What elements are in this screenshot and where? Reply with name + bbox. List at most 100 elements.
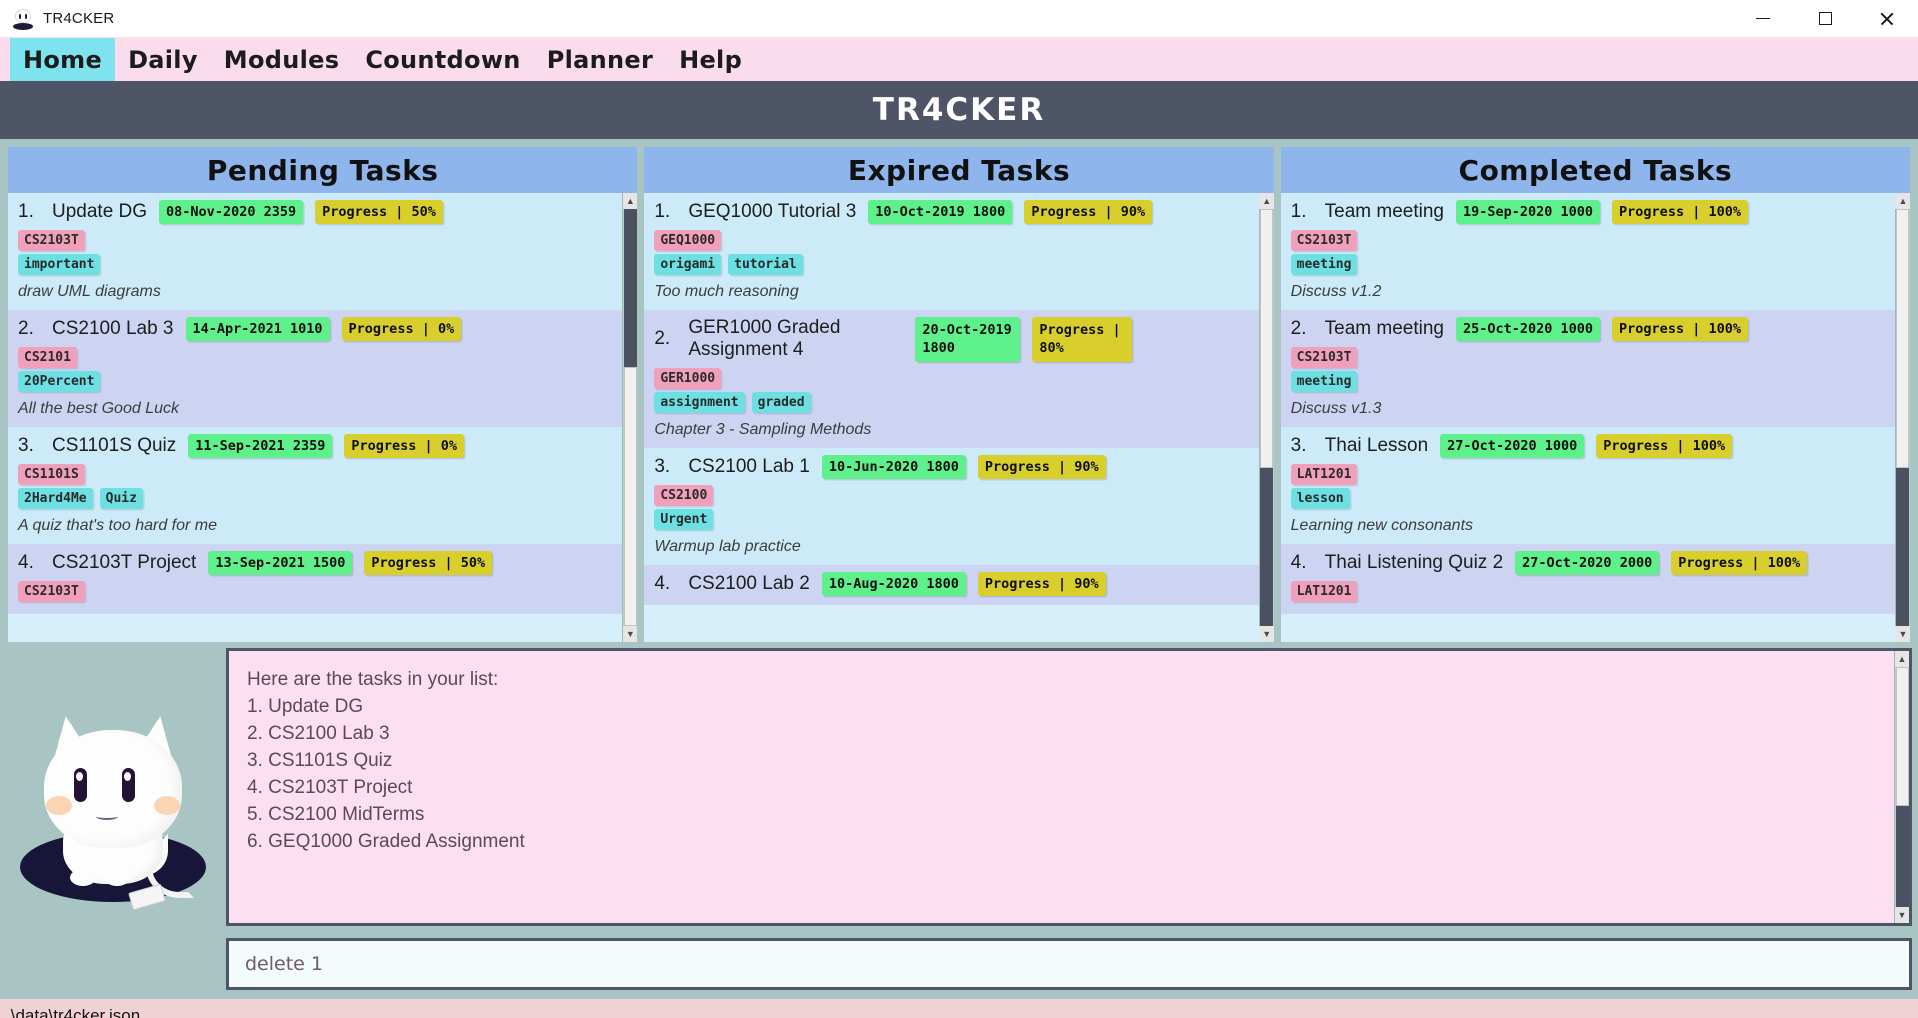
scroll-up-arrow-icon[interactable]: ▲ bbox=[1895, 193, 1910, 209]
module-tag-row: GEQ1000 bbox=[654, 230, 1248, 251]
task-name: Team meeting bbox=[1324, 317, 1444, 339]
scroll-up-arrow-icon[interactable]: ▲ bbox=[1259, 193, 1274, 209]
task-description: Discuss v1.3 bbox=[1290, 400, 1382, 417]
task-index: 4. bbox=[18, 552, 34, 573]
task-header-row: 3. CS1101S Quiz 11-Sep-2021 2359 Progress |… bbox=[18, 434, 612, 458]
label-tag: Quiz bbox=[99, 488, 143, 509]
close-button[interactable] bbox=[1856, 0, 1918, 38]
task-progress-badge: Progress | 0% bbox=[341, 317, 462, 341]
task-header-row: 1. Team meeting 19-Sep-2020 1000 Progress |… bbox=[1291, 200, 1885, 224]
mascot-column bbox=[0, 648, 226, 999]
task-name: Update DG bbox=[52, 200, 148, 222]
panel-title: Pending Tasks bbox=[206, 153, 439, 187]
panel-scroll-track[interactable] bbox=[1896, 209, 1910, 626]
result-line: 5. CS2100 MidTerms bbox=[247, 803, 425, 825]
task-index: 3. bbox=[18, 435, 34, 456]
scroll-down-arrow-icon[interactable]: ▼ bbox=[1895, 626, 1910, 642]
module-tag-row: LAT1201 bbox=[1290, 581, 1885, 602]
minimize-button[interactable] bbox=[1732, 0, 1794, 38]
menu-item-countdown[interactable]: Countdown bbox=[352, 38, 533, 81]
label-tag-row: Urgent bbox=[654, 508, 1248, 530]
panel-scroll-track[interactable] bbox=[1260, 209, 1274, 626]
result-scrollbar[interactable]: ▲ ▼ bbox=[1894, 651, 1909, 923]
panel-body: 1. GEQ1000 Tutorial 3 10-Oct-2019 1800 Prog… bbox=[644, 193, 1274, 642]
menu-item-help[interactable]: Help bbox=[666, 38, 755, 81]
label-tag-row: meeting bbox=[1290, 371, 1885, 392]
status-bar: .\data\tr4cker.json bbox=[0, 999, 1918, 1018]
command-input-value[interactable]: delete 1 bbox=[245, 953, 323, 975]
task-progress-badge: Progress | 0% bbox=[344, 434, 464, 458]
module-tag-row: CS2100 bbox=[654, 484, 1248, 506]
module-tag-row: GER1000 bbox=[654, 367, 1248, 389]
task-tag-area: CS2103T important bbox=[18, 230, 612, 275]
app-banner: TR4CKER bbox=[0, 81, 1918, 139]
panel-scroll-thumb[interactable] bbox=[1896, 209, 1910, 468]
task-card[interactable]: 2. CS2100 Lab 3 14-Apr-2021 1010 Progress |… bbox=[8, 310, 623, 427]
task-card[interactable]: 2. GER1000 Graded Assignment 4 20-Oct-2019… bbox=[644, 310, 1259, 448]
scroll-up-arrow-icon[interactable]: ▲ bbox=[622, 193, 638, 209]
label-tag: assignment bbox=[654, 391, 745, 413]
scroll-down-arrow-icon[interactable]: ▼ bbox=[1259, 626, 1274, 642]
menu-item-home[interactable]: Home bbox=[10, 38, 116, 81]
panel-body: 1. Update DG 08-Nov-2020 2359 Progress | 50… bbox=[8, 193, 638, 642]
scroll-down-arrow-icon[interactable]: ▼ bbox=[1894, 907, 1909, 923]
panel-scrollbar[interactable]: ▲ ▼ bbox=[1258, 193, 1274, 642]
task-name: GEQ1000 Tutorial 3 bbox=[688, 200, 857, 222]
app-brand-title: TR4CKER bbox=[872, 92, 1046, 128]
task-index: 4. bbox=[1290, 552, 1307, 573]
task-header-row: 1. Update DG 08-Nov-2020 2359 Progress | 50… bbox=[18, 200, 612, 224]
task-card[interactable]: 4. Thai Listening Quiz 2 27-Oct-2020 2000 P… bbox=[1280, 544, 1895, 614]
panel-scroll-track[interactable] bbox=[623, 209, 637, 626]
panel-scroll-thumb[interactable] bbox=[623, 367, 637, 626]
maximize-icon bbox=[1818, 12, 1832, 25]
scroll-down-arrow-icon[interactable]: ▼ bbox=[622, 626, 638, 642]
task-list[interactable]: 1. GEQ1000 Tutorial 3 10-Oct-2019 1800 Prog… bbox=[644, 193, 1259, 642]
task-description: All the best Good Luck bbox=[18, 400, 179, 417]
label-tag-row: important bbox=[18, 254, 612, 275]
command-input-box[interactable]: delete 1 bbox=[226, 938, 1912, 990]
label-tag: meeting bbox=[1290, 254, 1358, 275]
panel-completed-tasks: Completed Tasks 1. Team meeting 19-Sep-2020… bbox=[1280, 147, 1910, 642]
panel-scrollbar[interactable]: ▲ ▼ bbox=[1894, 193, 1910, 642]
panel-scroll-thumb[interactable] bbox=[1260, 209, 1274, 468]
task-tag-area: LAT1201 bbox=[1290, 581, 1885, 602]
panel-expired-tasks: Expired Tasks 1. GEQ1000 Tutorial 3 10-Oct-… bbox=[644, 147, 1274, 642]
module-tag-row: CS2103T bbox=[18, 581, 612, 602]
panel-scrollbar[interactable]: ▲ ▼ bbox=[622, 193, 638, 642]
task-tag-area: GER1000 assignment graded bbox=[654, 367, 1248, 413]
task-deadline-badge: 11-Sep-2021 2359 bbox=[188, 434, 333, 458]
maximize-button[interactable] bbox=[1794, 0, 1856, 38]
task-card[interactable]: 1. Update DG 08-Nov-2020 2359 Progress | 50… bbox=[8, 193, 623, 310]
task-progress-badge: Progress | 100% bbox=[1671, 551, 1808, 575]
task-list[interactable]: 1. Team meeting 19-Sep-2020 1000 Progress |… bbox=[1280, 193, 1895, 642]
task-progress-badge: Progress | 100% bbox=[1612, 200, 1748, 224]
menu-item-modules[interactable]: Modules bbox=[211, 38, 353, 81]
task-list[interactable]: 1. Update DG 08-Nov-2020 2359 Progress | 50… bbox=[8, 193, 623, 642]
label-tag: 2Hard4Me bbox=[18, 488, 93, 509]
menu-item-daily[interactable]: Daily bbox=[115, 38, 211, 81]
window-title: TR4CKER bbox=[43, 10, 115, 27]
task-tag-area: CS2103T bbox=[18, 581, 612, 602]
task-card[interactable]: 3. Thai Lesson 27-Oct-2020 1000 Progress | … bbox=[1280, 427, 1895, 544]
task-card[interactable]: 3. CS1101S Quiz 11-Sep-2021 2359 Progress |… bbox=[8, 427, 623, 544]
cat-mascot-icon bbox=[18, 712, 208, 910]
task-card[interactable]: 4. CS2100 Lab 2 10-Aug-2020 1800 Progress |… bbox=[644, 564, 1259, 605]
task-card[interactable]: 4. CS2103T Project 13-Sep-2021 1500 Progres… bbox=[8, 544, 623, 614]
task-name: Thai Lesson bbox=[1324, 434, 1429, 456]
task-header-row: 4. Thai Listening Quiz 2 27-Oct-2020 2000 P… bbox=[1291, 551, 1885, 575]
console-area: Here are the tasks in your list: 1. Updat… bbox=[0, 642, 1918, 999]
result-line: 3. CS1101S Quiz bbox=[247, 749, 393, 771]
task-card[interactable]: 3. CS2100 Lab 1 10-Jun-2020 1800 Progress |… bbox=[644, 447, 1259, 565]
task-deadline-badge: 20-Oct-2019 1800 bbox=[915, 317, 1021, 362]
scroll-up-arrow-icon[interactable]: ▲ bbox=[1894, 651, 1909, 667]
module-tag: CS2101 bbox=[18, 347, 77, 368]
task-deadline-badge: 19-Sep-2020 1000 bbox=[1456, 200, 1601, 224]
menu-item-planner[interactable]: Planner bbox=[534, 38, 666, 81]
task-card[interactable]: 1. GEQ1000 Tutorial 3 10-Oct-2019 1800 Prog… bbox=[644, 193, 1259, 310]
result-scroll-track[interactable] bbox=[1895, 667, 1909, 907]
label-tag-row: assignment graded bbox=[654, 391, 1248, 413]
task-card[interactable]: 2. Team meeting 25-Oct-2020 1000 Progress |… bbox=[1280, 310, 1895, 427]
task-card[interactable]: 1. Team meeting 19-Sep-2020 1000 Progress |… bbox=[1280, 193, 1895, 310]
task-description: A quiz that's too hard for me bbox=[18, 517, 218, 534]
task-index: 2. bbox=[654, 328, 671, 350]
